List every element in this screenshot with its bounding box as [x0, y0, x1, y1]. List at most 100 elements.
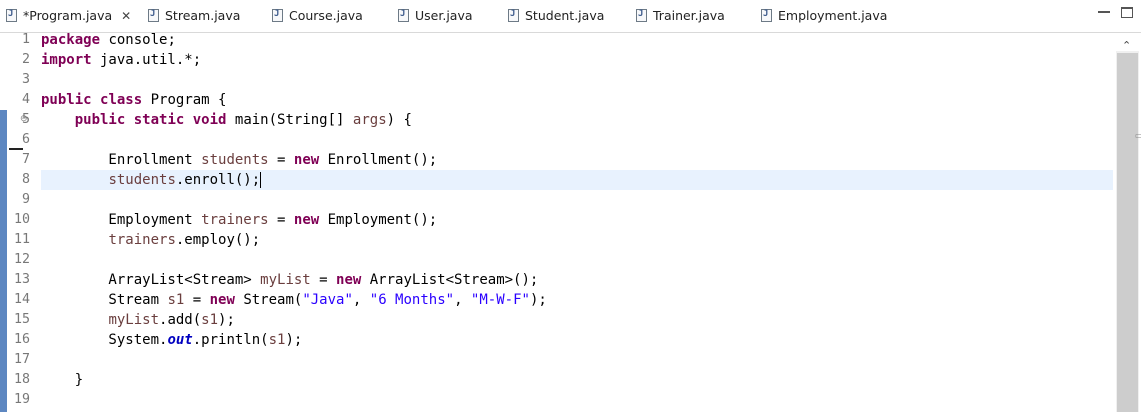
close-icon[interactable]: ✕	[121, 9, 131, 23]
line-number: 6	[21, 132, 30, 147]
tab-label: Stream.java	[165, 8, 241, 23]
code-token: Stream(	[234, 292, 303, 308]
code-token: Employment	[41, 212, 202, 228]
code-token: console;	[100, 32, 176, 48]
code-line[interactable]: System.out.println(s1);	[41, 330, 302, 350]
code-line[interactable]: Stream s1 = new Stream("Java", "6 Months…	[41, 290, 547, 310]
code-token: ,	[352, 292, 370, 308]
line-number: 11	[13, 232, 30, 247]
line-number: 15	[13, 312, 30, 327]
code-token: new	[336, 272, 362, 288]
code-token: Program {	[142, 92, 227, 108]
java-file-icon: J	[398, 9, 409, 22]
code-line[interactable]: students.enroll();	[41, 170, 262, 190]
code-token: System.	[41, 332, 168, 348]
code-token: "M-W-F"	[470, 292, 530, 308]
code-line[interactable]: myList.add(s1);	[41, 310, 235, 330]
code-line[interactable]: public static void main(String[] args) {	[41, 110, 412, 130]
code-token: import	[41, 52, 92, 68]
tab-program-java[interactable]: J *Program.java ✕	[6, 0, 144, 31]
java-file-icon: J	[508, 9, 519, 22]
code-token: );	[285, 332, 303, 348]
code-token: =	[184, 292, 210, 308]
code-line[interactable]: trainers.employ();	[41, 230, 260, 250]
tab-course-java[interactable]: J Course.java	[272, 0, 363, 31]
overview-ruler-mark: ▭	[1135, 131, 1141, 140]
tab-student-java[interactable]: J Student.java	[508, 0, 604, 31]
java-file-icon: J	[636, 9, 647, 22]
code-line[interactable]: package console;	[41, 30, 176, 50]
line-number: 10	[13, 212, 30, 227]
tab-label: Course.java	[289, 8, 363, 23]
code-token: .enroll();	[175, 172, 261, 188]
line-number: 12	[13, 252, 30, 267]
minimize-icon[interactable]	[1098, 6, 1112, 16]
code-token: s1	[167, 292, 185, 308]
code-token: }	[41, 372, 84, 388]
code-token: main(String[]	[226, 112, 353, 128]
code-token: new	[209, 292, 235, 308]
code-token: new	[293, 152, 320, 168]
code-token: );	[529, 292, 547, 308]
editor-tab-bar: J *Program.java ✕ J Stream.java J Course…	[0, 0, 1141, 33]
line-number: 13	[13, 272, 30, 287]
code-token: void	[192, 112, 227, 128]
tab-employment-java[interactable]: J Employment.java	[761, 0, 887, 31]
tab-label: Employment.java	[778, 8, 888, 23]
code-token: .employ();	[175, 232, 261, 248]
tab-label: Student.java	[525, 8, 605, 23]
java-file-icon: J	[761, 9, 772, 22]
code-line[interactable]: public class Program {	[41, 90, 226, 110]
code-token: public	[74, 112, 126, 128]
code-token: Employment();	[319, 212, 438, 228]
code-token: myList	[260, 272, 311, 288]
line-number: 19	[13, 392, 30, 407]
code-token: ) {	[386, 112, 412, 128]
code-token: students	[201, 152, 269, 168]
line-number: 8	[21, 172, 30, 187]
code-token: public	[41, 92, 92, 108]
line-number: 5	[21, 112, 30, 127]
code-token: static	[133, 112, 185, 128]
code-line[interactable]: ArrayList<Stream> myList = new ArrayList…	[41, 270, 538, 290]
code-line[interactable]: Employment trainers = new Employment();	[41, 210, 437, 230]
code-token: students	[108, 172, 176, 188]
code-token: Enrollment	[41, 152, 202, 168]
code-token: java.util.*;	[91, 52, 202, 68]
code-token: s1	[201, 312, 219, 328]
scrollbar-thumb[interactable]	[1117, 53, 1138, 412]
code-token: myList	[108, 312, 160, 328]
code-token: trainers	[108, 232, 176, 248]
code-token: package	[41, 32, 101, 48]
code-token: ArrayList<Stream>();	[361, 272, 539, 288]
line-number: 7	[21, 152, 30, 167]
line-number: 9	[21, 192, 30, 207]
code-token: out	[167, 332, 193, 348]
tab-label: Trainer.java	[653, 8, 725, 23]
code-line[interactable]: Enrollment students = new Enrollment();	[41, 150, 437, 170]
tab-label: User.java	[415, 8, 473, 23]
code-editor[interactable]: ⊖ 1 2 3 4 5 6 7 8 9 10 11 12 13 14 15 16 17 18 19 package …	[0, 30, 1141, 412]
code-token: =	[268, 152, 294, 168]
line-number: 1	[21, 32, 30, 47]
tab-user-java[interactable]: J User.java	[398, 0, 473, 31]
code-token: .println(	[192, 332, 269, 348]
maximize-icon[interactable]	[1121, 6, 1133, 18]
tab-trainer-java[interactable]: J Trainer.java	[636, 0, 725, 31]
tab-label: *Program.java	[23, 8, 113, 23]
scroll-up-icon[interactable]: ⌃	[1122, 39, 1131, 52]
java-file-icon: J	[148, 9, 159, 22]
line-number: 14	[13, 292, 30, 307]
code-line[interactable]: }	[41, 370, 83, 390]
code-token: Stream	[41, 292, 168, 308]
code-token: );	[218, 312, 235, 328]
code-line[interactable]: import java.util.*;	[41, 50, 201, 70]
tab-stream-java[interactable]: J Stream.java	[148, 0, 240, 31]
